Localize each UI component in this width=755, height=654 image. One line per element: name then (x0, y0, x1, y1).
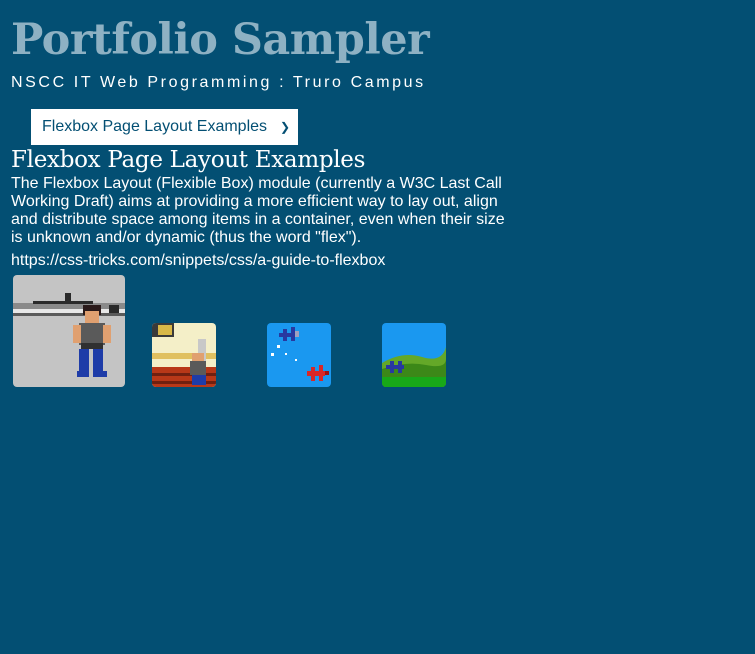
section-heading: Flexbox Page Layout Examples (11, 147, 366, 173)
brawler-rooftop-image (13, 275, 125, 387)
reference-link[interactable]: https://css-tricks.com/snippets/css/a-gu… (11, 252, 385, 270)
biplanes-sky-image (267, 323, 331, 387)
site-subtitle: NSCC IT Web Programming : Truro Campus (11, 74, 426, 91)
gallery-thumb-biplane-hills[interactable] (382, 323, 446, 387)
biplane-hills-image (382, 323, 446, 387)
page-select-dropdown[interactable]: Flexbox Page Layout Examples ❯ (31, 109, 298, 145)
page-select-value: Flexbox Page Layout Examples (42, 118, 268, 135)
section-description: The Flexbox Layout (Flexible Box) module… (11, 175, 505, 246)
chevron-down-icon: ❯ (279, 120, 290, 134)
site-title: Portfolio Sampler (11, 15, 430, 65)
gallery-thumb-biplanes-sky[interactable] (267, 323, 331, 387)
brawler-indoors-image (152, 323, 216, 387)
gallery-thumb-brawler-indoors[interactable] (152, 323, 216, 387)
gallery-thumb-brawler-rooftop[interactable] (13, 275, 125, 387)
